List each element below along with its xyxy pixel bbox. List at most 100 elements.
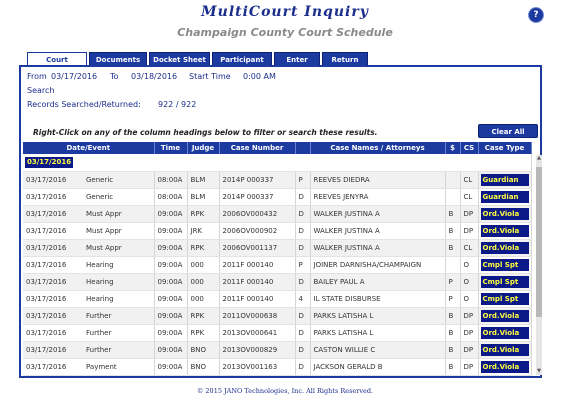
column-header-party[interactable] (295, 142, 311, 154)
cell-party: D (295, 188, 311, 206)
cell-case-type: Ord.Viola (478, 324, 532, 342)
case-type-badge: Cmpl Spt (480, 258, 529, 271)
group-date-label: 03/17/2016 (25, 156, 74, 168)
cell-event: Generic (86, 192, 114, 201)
cell-time: 09:00A (154, 341, 188, 359)
cell-date-event: 03/17/2016 Further (23, 307, 155, 325)
table-row[interactable]: 03/17/2016 Must Appr 09:00A RPK 2006OV000432… (23, 205, 532, 223)
cell-case-name: PARKS LATISHA L (310, 324, 446, 342)
cell-judge: BLM (187, 188, 220, 206)
tab-documents[interactable]: Documents (89, 52, 147, 66)
cell-dollar: B (445, 222, 461, 240)
cell-case-number: 2006OV000902 (219, 222, 296, 240)
cell-judge: 000 (187, 290, 220, 308)
search-link[interactable]: Search (27, 85, 54, 97)
cell-cs: DP (460, 324, 479, 342)
cell-cs: O (460, 273, 479, 291)
cell-date-event: 03/17/2016 Further (23, 324, 155, 342)
cell-date-event: 03/17/2016 Hearing (23, 256, 155, 274)
cell-time: 09:00A (154, 239, 188, 257)
table-row[interactable]: 03/17/2016 Hearing 09:00A 000 2011F 000140 4 I… (23, 290, 532, 308)
cell-date: 03/17/2016 (26, 260, 67, 269)
cell-party: D (295, 324, 311, 342)
cell-judge: RPK (187, 307, 220, 325)
cell-case-type: Ord.Viola (478, 341, 532, 359)
cell-case-name: WALKER JUSTINA A (310, 205, 446, 223)
case-type-badge: Ord.Viola (480, 224, 529, 237)
table-row[interactable]: 03/17/2016 Generic 08:00A BLM 2014P 000337 P R… (23, 171, 532, 189)
to-date-field[interactable]: 03/18/2016 (131, 71, 177, 83)
table-row[interactable]: 03/17/2016 Hearing 09:00A 000 2011F 000140 D B… (23, 273, 532, 291)
to-label: To (110, 72, 119, 81)
table-row[interactable]: 03/17/2016 Further 09:00A RPK 2013OV000641 D P… (23, 324, 532, 342)
column-header-judge[interactable]: Judge (187, 142, 220, 154)
column-header-case-type[interactable]: Case Type (478, 142, 532, 154)
tab-court-schedule[interactable]: Court Schedule (27, 52, 87, 78)
table-row[interactable]: 03/17/2016 Further 09:00A BNO 2013OV000829 D C… (23, 341, 532, 359)
cell-case-name: JACKSON GERALD B (310, 358, 446, 376)
grid-scrollbar[interactable]: ▲ ▼ (536, 155, 542, 375)
cell-date: 03/17/2016 (26, 192, 67, 201)
records-label: Records Searched/Returned: (27, 100, 141, 109)
cell-date: 03/17/2016 (26, 226, 67, 235)
table-row[interactable]: 03/17/2016 Hearing 09:00A 000 2011F 000140 P J… (23, 256, 532, 274)
cell-party: D (295, 205, 311, 223)
cell-party: D (295, 239, 311, 257)
cell-case-type: Guardian (478, 171, 532, 189)
tab-return[interactable]: Return (322, 52, 368, 66)
cell-event: Further (86, 345, 112, 354)
cell-case-number: 2011OV000638 (219, 307, 296, 325)
cell-cs: DP (460, 222, 479, 240)
scroll-down-icon[interactable]: ▼ (536, 368, 542, 375)
app-subtitle: Champaign County Court Schedule (177, 26, 393, 39)
cell-cs: DP (460, 205, 479, 223)
scroll-up-icon[interactable]: ▲ (536, 155, 542, 162)
cell-event: Must Appr (86, 209, 122, 218)
cell-case-name: BAILEY PAUL A (310, 273, 446, 291)
column-header-case-names[interactable]: Case Names / Attorneys (310, 142, 446, 154)
cell-event: Further (86, 328, 112, 337)
help-icon[interactable]: ? (529, 8, 543, 22)
cell-date: 03/17/2016 (26, 311, 67, 320)
table-row[interactable]: 03/17/2016 Further 09:00A RPK 2011OV000638 D P… (23, 307, 532, 325)
cell-time: 09:00A (154, 273, 188, 291)
case-type-badge: Guardian (480, 173, 529, 186)
cell-party: P (295, 171, 311, 189)
start-time-field[interactable]: 0:00 AM (243, 71, 276, 83)
table-row[interactable]: 03/17/2016 Payment 09:00A BNO 2013OV001163 D J… (23, 358, 532, 376)
column-header-case-number[interactable]: Case Number (219, 142, 296, 154)
cell-date-event: 03/17/2016 Hearing (23, 290, 155, 308)
tab-enter[interactable]: Enter (274, 52, 320, 66)
cell-judge: BNO (187, 358, 220, 376)
case-type-badge: Ord.Viola (480, 309, 529, 322)
clear-filters-button[interactable]: Clear All Filters (478, 124, 538, 150)
tab-bar: Court Schedule Documents Docket Sheet Pa… (27, 52, 370, 78)
cell-case-type: Cmpl Spt (478, 273, 532, 291)
cell-party: P (295, 256, 311, 274)
table-row[interactable]: 03/17/2016 Must Appr 09:00A JRK 2006OV000902… (23, 222, 532, 240)
cell-case-name: WALKER JUSTINA A (310, 222, 446, 240)
scroll-thumb[interactable] (536, 167, 542, 317)
cell-judge: RPK (187, 205, 220, 223)
cell-time: 09:00A (154, 205, 188, 223)
cell-date: 03/17/2016 (26, 243, 67, 252)
cell-dollar: P (445, 290, 461, 308)
from-date-field[interactable]: 03/17/2016 (51, 71, 97, 83)
table-row[interactable]: 03/17/2016 Generic 08:00A BLM 2014P 000337 D R… (23, 188, 532, 206)
column-header-date-event[interactable]: Date/Event (23, 142, 155, 154)
table-row[interactable]: 03/17/2016 Must Appr 09:00A RPK 2006OV001137… (23, 239, 532, 257)
cell-case-name: IL STATE DISBURSE (310, 290, 446, 308)
cell-date-event: 03/17/2016 Further (23, 341, 155, 359)
cell-case-number: 2013OV000829 (219, 341, 296, 359)
cell-event: Must Appr (86, 226, 122, 235)
tab-participant[interactable]: Participant (212, 52, 272, 66)
column-header-time[interactable]: Time (154, 142, 188, 154)
column-header-dollar[interactable]: $ (445, 142, 461, 154)
cell-cs: DP (460, 358, 479, 376)
cell-case-number: 2014P 000337 (219, 171, 296, 189)
tab-docket-sheet[interactable]: Docket Sheet (149, 52, 210, 66)
cell-time: 09:00A (154, 324, 188, 342)
cell-judge: BLM (187, 171, 220, 189)
cell-case-type: Ord.Viola (478, 222, 532, 240)
column-header-cs[interactable]: CS (460, 142, 479, 154)
